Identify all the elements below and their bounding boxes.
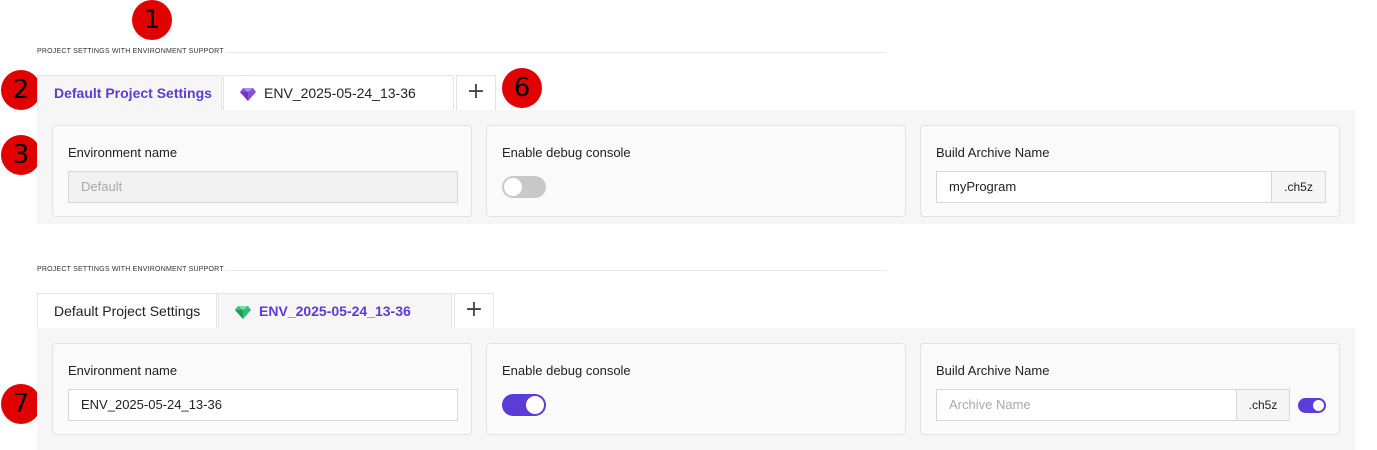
tab-label: Default Project Settings bbox=[54, 303, 201, 319]
environment-name-card: Environment name Default bbox=[52, 125, 472, 217]
build-archive-label: Build Archive Name bbox=[936, 145, 1050, 160]
tab-label: ENV_2025-05-24_13-36 bbox=[259, 303, 411, 319]
tab-env-2025-05-24[interactable]: ENV_2025-05-24_13-36 bbox=[223, 75, 454, 111]
section-divider bbox=[225, 270, 887, 271]
debug-console-toggle[interactable] bbox=[502, 176, 546, 198]
environment-name-input[interactable]: Default bbox=[68, 171, 458, 203]
annotation-marker-6: 6 bbox=[502, 68, 542, 108]
gem-icon bbox=[235, 306, 251, 319]
annotation-marker-7: 7 bbox=[1, 384, 41, 424]
environment-name-card: Environment name ENV_2025-05-24_13-36 bbox=[52, 343, 472, 435]
tab-label: Default Project Settings bbox=[54, 85, 212, 101]
archive-extension-addon: .ch5z bbox=[1236, 389, 1290, 421]
add-environment-tab-button[interactable]: + bbox=[456, 75, 496, 111]
debug-console-toggle[interactable] bbox=[502, 394, 546, 416]
tab-default-project-settings[interactable]: Default Project Settings bbox=[37, 75, 222, 111]
toggle-knob bbox=[504, 178, 522, 196]
build-archive-label: Build Archive Name bbox=[936, 363, 1050, 378]
annotation-marker-3: 3 bbox=[1, 135, 41, 175]
tab-env-2025-05-24[interactable]: ENV_2025-05-24_13-36 bbox=[218, 293, 452, 329]
debug-console-label: Enable debug console bbox=[502, 363, 631, 378]
environment-name-label: Environment name bbox=[68, 145, 178, 160]
gem-icon bbox=[240, 88, 256, 101]
section-title: PROJECT SETTINGS WITH ENVIRONMENT SUPPOR… bbox=[37, 266, 224, 273]
toggle-knob bbox=[526, 396, 544, 414]
build-archive-card: Build Archive Name myProgram .ch5z bbox=[920, 125, 1340, 217]
annotation-marker-2: 2 bbox=[1, 70, 41, 110]
debug-console-card: Enable debug console bbox=[486, 343, 906, 435]
annotation-marker-1: 1 bbox=[132, 0, 172, 40]
section-divider bbox=[225, 52, 887, 53]
add-environment-tab-button[interactable]: + bbox=[454, 293, 494, 329]
settings-panel: Environment name Default Enable debug co… bbox=[37, 110, 1355, 224]
archive-name-override-toggle[interactable] bbox=[1298, 398, 1326, 413]
debug-console-label: Enable debug console bbox=[502, 145, 631, 160]
build-archive-input[interactable]: myProgram bbox=[936, 171, 1272, 203]
archive-extension-addon: .ch5z bbox=[1271, 171, 1326, 203]
section-title: PROJECT SETTINGS WITH ENVIRONMENT SUPPOR… bbox=[37, 48, 224, 55]
toggle-knob bbox=[1313, 400, 1324, 411]
tab-label: ENV_2025-05-24_13-36 bbox=[264, 85, 416, 101]
environment-name-label: Environment name bbox=[68, 363, 178, 378]
debug-console-card: Enable debug console bbox=[486, 125, 906, 217]
settings-panel: Environment name ENV_2025-05-24_13-36 En… bbox=[37, 328, 1355, 450]
tab-default-project-settings[interactable]: Default Project Settings bbox=[37, 293, 217, 329]
build-archive-card: Build Archive Name Archive Name .ch5z bbox=[920, 343, 1340, 435]
build-archive-input[interactable]: Archive Name bbox=[936, 389, 1237, 421]
environment-name-input[interactable]: ENV_2025-05-24_13-36 bbox=[68, 389, 458, 421]
